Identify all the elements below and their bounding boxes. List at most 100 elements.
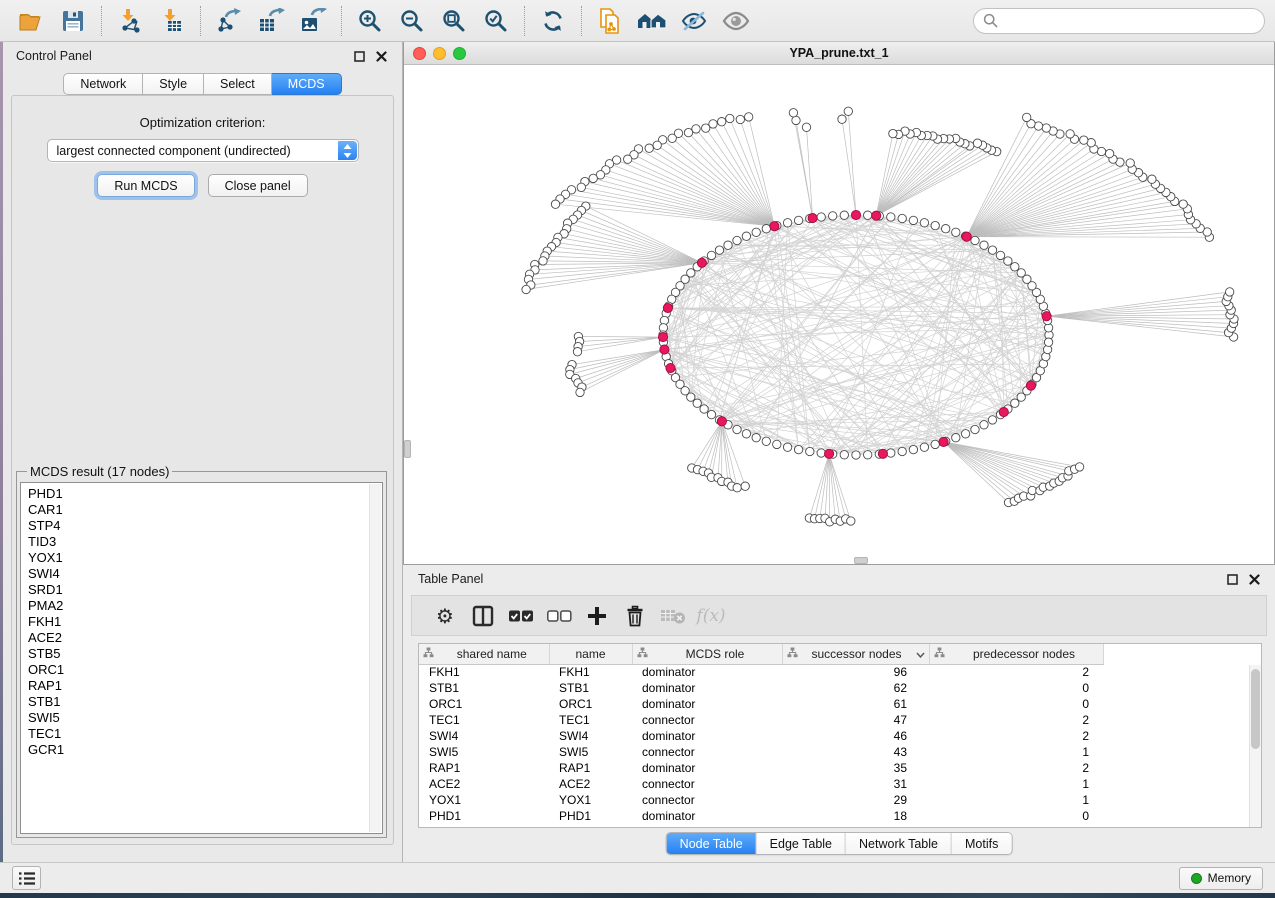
tab-select[interactable]: Select: [204, 73, 272, 95]
column-header[interactable]: MCDS role: [632, 644, 782, 664]
column-header[interactable]: predecessor nodes: [929, 644, 1103, 664]
delete-table-icon: [660, 607, 686, 625]
add-row-button[interactable]: [578, 599, 616, 633]
desktop-wallpaper-strip: [0, 893, 1275, 898]
tab-network-table[interactable]: Network Table: [846, 833, 952, 854]
criterion-dropdown[interactable]: largest connected component (undirected): [47, 139, 359, 162]
import-table-button[interactable]: [151, 3, 193, 39]
sort-desc-icon: [916, 647, 925, 661]
close-panel-button[interactable]: Close panel: [208, 174, 308, 197]
list-item[interactable]: SWI5: [28, 710, 382, 726]
search-icon: [983, 13, 998, 28]
list-scrollbar[interactable]: [369, 484, 381, 832]
zoom-selected-button[interactable]: [475, 3, 517, 39]
window-close-icon[interactable]: [413, 47, 426, 60]
task-history-button[interactable]: [12, 866, 41, 890]
run-mcds-button[interactable]: Run MCDS: [97, 174, 194, 197]
table-settings-button[interactable]: ⚙: [426, 599, 464, 633]
apply-layout-button[interactable]: [532, 3, 574, 39]
tab-mcds[interactable]: MCDS: [272, 73, 342, 95]
list-item[interactable]: SWI4: [28, 566, 382, 582]
close-panel-icon[interactable]: [373, 48, 389, 64]
list-item[interactable]: ACE2: [28, 630, 382, 646]
list-item[interactable]: TID3: [28, 534, 382, 550]
window-maximize-icon[interactable]: [453, 47, 466, 60]
table-row[interactable]: ACE2ACE2connector311: [419, 776, 1249, 792]
node-table-header-row[interactable]: shared namenameMCDS rolesuccessor nodesp…: [419, 644, 1249, 664]
memory-button[interactable]: Memory: [1179, 867, 1263, 890]
show-columns-button[interactable]: [464, 599, 502, 633]
list-item[interactable]: YOX1: [28, 550, 382, 566]
clone-network-button[interactable]: [589, 3, 631, 39]
network-horizontal-scrollbar[interactable]: [854, 557, 868, 564]
memory-status-icon: [1191, 873, 1202, 884]
memory-label: Memory: [1208, 871, 1251, 885]
table-row[interactable]: FKH1FKH1dominator962: [419, 664, 1249, 680]
export-image-button[interactable]: [292, 3, 334, 39]
table-scrollbar[interactable]: [1249, 665, 1261, 827]
table-row[interactable]: PHD1PHD1dominator180: [419, 808, 1249, 824]
list-item[interactable]: PMA2: [28, 598, 382, 614]
table-row[interactable]: SWI4SWI4dominator462: [419, 728, 1249, 744]
birds-eye-view-button[interactable]: [715, 3, 757, 39]
list-item[interactable]: ORC1: [28, 662, 382, 678]
list-item[interactable]: RAP1: [28, 678, 382, 694]
delete-rows-button[interactable]: [616, 599, 654, 633]
network-graph[interactable]: [404, 65, 1275, 564]
table-row[interactable]: STB1STB1dominator620: [419, 680, 1249, 696]
list-item[interactable]: SRD1: [28, 582, 382, 598]
select-all-rows-button[interactable]: [502, 599, 540, 633]
table-row[interactable]: RAP1RAP1dominator352: [419, 760, 1249, 776]
list-item[interactable]: GCR1: [28, 742, 382, 758]
column-header[interactable]: successor nodes: [782, 644, 929, 664]
float-panel-icon[interactable]: [351, 48, 367, 64]
export-table-button[interactable]: [250, 3, 292, 39]
graphics-details-button[interactable]: [673, 3, 715, 39]
zoom-out-button[interactable]: [391, 3, 433, 39]
table-panel-header: Table Panel: [403, 565, 1275, 593]
float-panel-icon[interactable]: [1224, 571, 1240, 587]
network-window-titlebar[interactable]: YPA_prune.txt_1: [404, 42, 1274, 65]
toolbar-separator: [581, 6, 582, 36]
unselect-all-rows-button[interactable]: [540, 599, 578, 633]
list-item[interactable]: PHD1: [28, 486, 382, 502]
list-item[interactable]: STB1: [28, 694, 382, 710]
list-item[interactable]: CAR1: [28, 502, 382, 518]
list-item[interactable]: FKH1: [28, 614, 382, 630]
table-row[interactable]: YOX1YOX1connector291: [419, 792, 1249, 808]
table-scrollbar-thumb[interactable]: [1251, 669, 1260, 749]
search-field[interactable]: [973, 8, 1265, 34]
tab-motifs[interactable]: Motifs: [952, 833, 1011, 854]
network-canvas[interactable]: [404, 65, 1274, 564]
tab-edge-table[interactable]: Edge Table: [757, 833, 846, 854]
export-network-button[interactable]: [208, 3, 250, 39]
column-header[interactable]: name: [549, 644, 632, 664]
list-item[interactable]: STP4: [28, 518, 382, 534]
table-row[interactable]: TEC1TEC1connector472: [419, 712, 1249, 728]
tab-node-table[interactable]: Node Table: [667, 833, 757, 854]
delete-table-button: [654, 599, 692, 633]
save-session-button[interactable]: [52, 3, 94, 39]
list-item[interactable]: STB5: [28, 646, 382, 662]
export-network-icon: [216, 8, 243, 34]
window-minimize-icon[interactable]: [433, 47, 446, 60]
tab-network[interactable]: Network: [63, 73, 143, 95]
network-overview-button[interactable]: [631, 3, 673, 39]
column-header[interactable]: shared name: [419, 644, 549, 664]
tab-style[interactable]: Style: [143, 73, 204, 95]
mcds-result-list[interactable]: PHD1CAR1STP4TID3YOX1SWI4SRD1PMA2FKH1ACE2…: [20, 482, 383, 834]
network-vertical-scrollbar[interactable]: [404, 440, 411, 458]
list-item[interactable]: TEC1: [28, 726, 382, 742]
import-network-button[interactable]: [109, 3, 151, 39]
open-file-button[interactable]: [10, 3, 52, 39]
zoom-in-button[interactable]: [349, 3, 391, 39]
table-row[interactable]: SWI5SWI5connector431: [419, 744, 1249, 760]
node-table[interactable]: shared namenameMCDS rolesuccessor nodesp…: [418, 643, 1262, 828]
search-input[interactable]: [1004, 13, 1255, 28]
columns-icon: [472, 605, 494, 627]
table-row[interactable]: ORC1ORC1dominator610: [419, 696, 1249, 712]
group-by-icon: [787, 647, 798, 661]
close-panel-icon[interactable]: [1246, 571, 1262, 587]
fit-content-button[interactable]: [433, 3, 475, 39]
trash-icon: [625, 605, 645, 627]
